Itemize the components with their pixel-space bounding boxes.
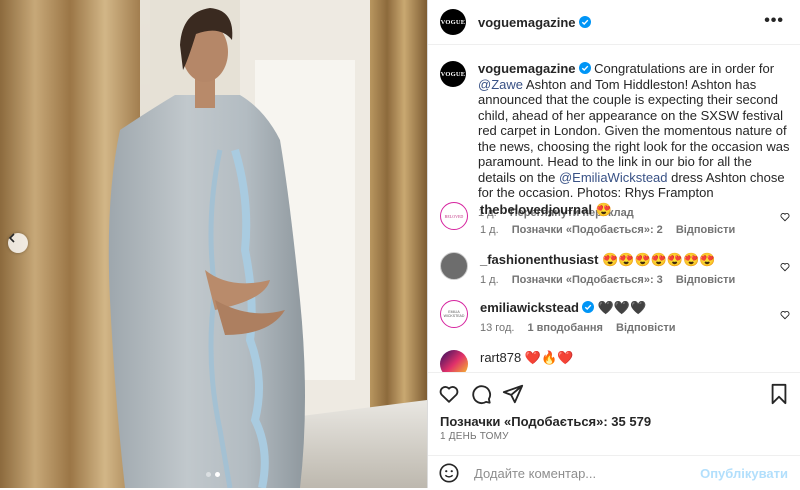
pagination-dot bbox=[206, 472, 211, 477]
instagram-post: VOGUE voguemagazine ••• VOGUE voguemagaz… bbox=[0, 0, 800, 488]
comment-time: 1 д. bbox=[480, 224, 499, 236]
caption-avatar[interactable]: VOGUE bbox=[440, 61, 466, 87]
commenter-username[interactable]: thebelovedjournal bbox=[480, 202, 592, 217]
caption-username[interactable]: voguemagazine bbox=[478, 61, 576, 76]
comment-text: 😍 bbox=[591, 202, 612, 217]
comment-time: 1 д. bbox=[480, 274, 499, 286]
mention-link[interactable]: @EmiliaWickstead bbox=[559, 170, 668, 185]
comment-input[interactable] bbox=[472, 464, 706, 482]
publish-comment-button[interactable]: Опублікувати bbox=[700, 466, 788, 481]
comment-bubble-icon[interactable] bbox=[470, 383, 492, 405]
commenter-avatar[interactable] bbox=[440, 252, 468, 280]
caption-text: voguemagazine Congratulations are in ord… bbox=[478, 61, 791, 201]
share-send-icon[interactable] bbox=[502, 383, 524, 405]
like-comment-heart-icon[interactable] bbox=[780, 310, 790, 320]
commenter-avatar[interactable]: BELOVED bbox=[440, 202, 468, 230]
comment-likes[interactable]: Позначки «Подобається»: 2 bbox=[512, 224, 663, 236]
comment-likes[interactable]: 1 вподобання bbox=[527, 322, 602, 334]
mention-link[interactable]: @Zawe bbox=[478, 77, 523, 92]
chevron-left-icon bbox=[8, 233, 15, 243]
reply-button[interactable]: Відповісти bbox=[676, 274, 735, 286]
add-comment-bar: Опублікувати bbox=[428, 455, 800, 490]
author-username[interactable]: voguemagazine bbox=[478, 15, 576, 30]
comment-item: rart878 ❤️🔥❤️ bbox=[440, 350, 790, 372]
image-pagination-dots bbox=[206, 472, 220, 477]
comment-item: BELOVED thebelovedjournal 😍 1 д. Позначк… bbox=[440, 202, 790, 236]
photo-illustration bbox=[0, 0, 427, 488]
commenter-username[interactable]: emiliawickstead bbox=[480, 300, 579, 315]
previous-image-button[interactable] bbox=[8, 233, 28, 253]
post-photo[interactable] bbox=[0, 0, 427, 488]
caption-part: Congratulations are in order for bbox=[590, 61, 775, 76]
reply-button[interactable]: Відповісти bbox=[616, 322, 675, 334]
like-comment-heart-icon[interactable] bbox=[780, 262, 790, 272]
verified-badge-icon bbox=[578, 16, 591, 28]
save-bookmark-icon[interactable] bbox=[768, 383, 790, 405]
post-caption: VOGUE voguemagazine Congratulations are … bbox=[440, 61, 791, 219]
emoji-smiley-icon[interactable] bbox=[438, 462, 460, 484]
comments-scroll-area[interactable]: VOGUE voguemagazine Congratulations are … bbox=[428, 45, 800, 372]
comment-time: 13 год. bbox=[480, 322, 515, 334]
commenter-username[interactable]: _fashionenthusiast bbox=[480, 252, 598, 267]
like-comment-heart-icon[interactable] bbox=[780, 212, 790, 222]
comment-text: 🖤🖤🖤 bbox=[594, 300, 647, 315]
verified-badge-icon bbox=[582, 301, 594, 313]
comment-text: ❤️🔥❤️ bbox=[521, 350, 574, 365]
author-avatar[interactable]: VOGUE bbox=[440, 9, 466, 35]
comment-item: EMILIA WICKSTEAD emiliawickstead 🖤🖤🖤 13 … bbox=[440, 300, 790, 334]
comment-item: _fashionenthusiast 😍😍😍😍😍😍😍 1 д. Позначки… bbox=[440, 252, 790, 286]
like-heart-icon[interactable] bbox=[438, 383, 460, 405]
post-time-ago: 1 ДЕНЬ ТОМУ bbox=[440, 431, 509, 442]
commenter-avatar[interactable]: EMILIA WICKSTEAD bbox=[440, 300, 468, 328]
comment-likes[interactable]: Позначки «Подобається»: 3 bbox=[512, 274, 663, 286]
post-details-panel: VOGUE voguemagazine ••• VOGUE voguemagaz… bbox=[427, 0, 800, 488]
post-header: VOGUE voguemagazine ••• bbox=[428, 0, 800, 45]
pagination-dot-active bbox=[215, 472, 220, 477]
commenter-username[interactable]: rart878 bbox=[480, 350, 521, 365]
caption-part: Ashton and Tom Hiddleston! Ashton has an… bbox=[478, 76, 790, 185]
more-options-button[interactable]: ••• bbox=[764, 12, 784, 30]
likes-count[interactable]: Позначки «Подобається»: 35 579 bbox=[440, 414, 651, 429]
reply-button[interactable]: Відповісти bbox=[676, 224, 735, 236]
commenter-avatar[interactable] bbox=[440, 350, 468, 372]
post-actions: Позначки «Подобається»: 35 579 1 ДЕНЬ ТО… bbox=[428, 372, 800, 489]
comment-text: 😍😍😍😍😍😍😍 bbox=[598, 252, 716, 267]
verified-badge-icon bbox=[578, 62, 591, 74]
